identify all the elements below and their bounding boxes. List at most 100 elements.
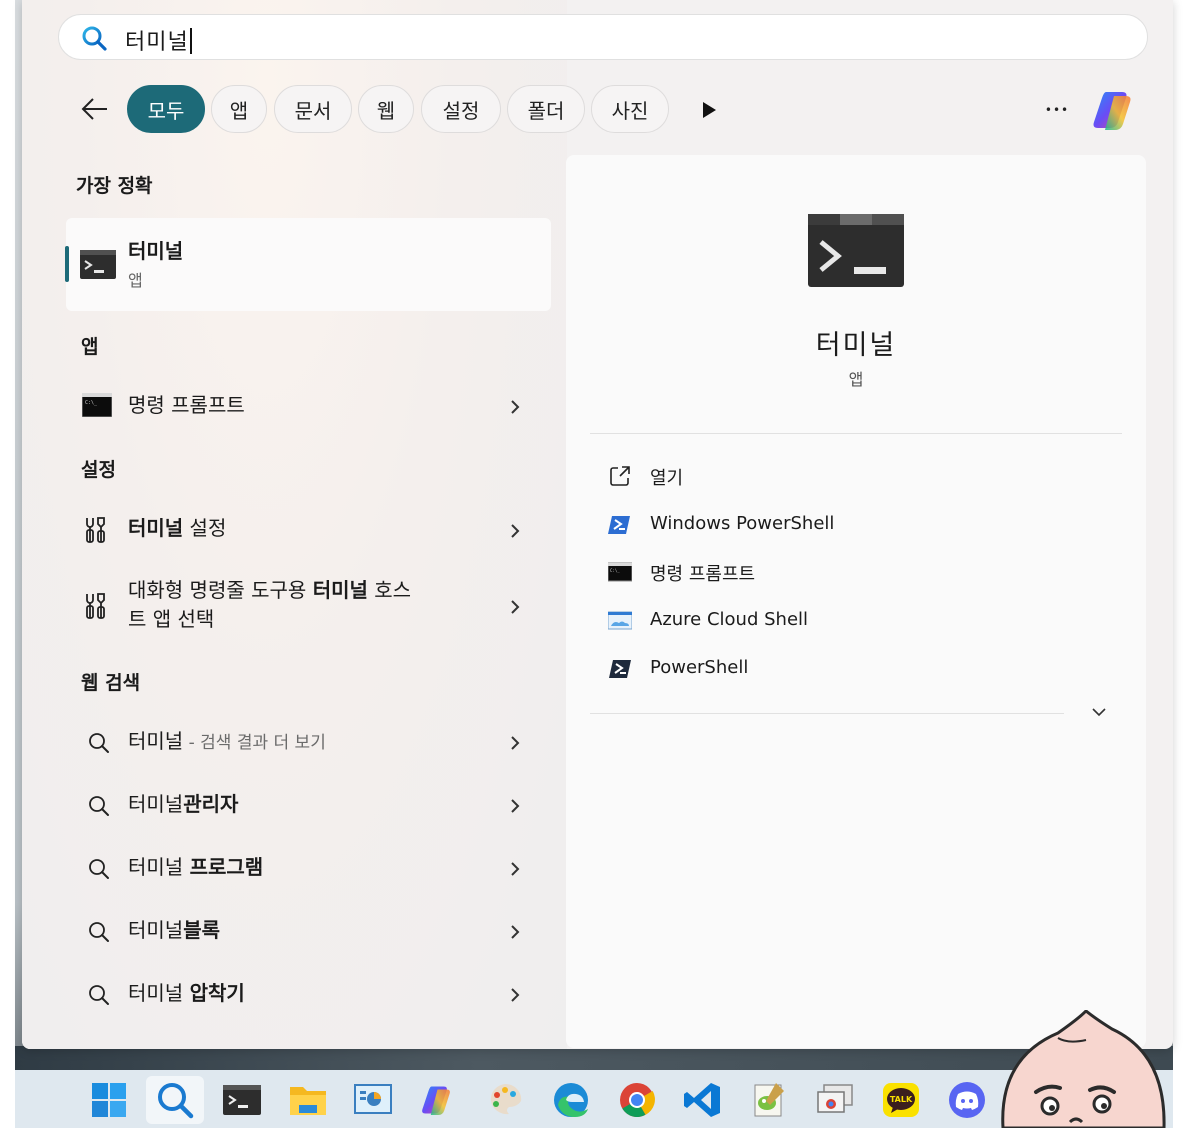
filter-chip-web[interactable]: 웹: [358, 85, 414, 133]
web-result-label: 터미널블록: [128, 918, 221, 942]
search-icon: [89, 985, 109, 1005]
chevron-right-icon: [511, 600, 520, 614]
action-windows-powershell[interactable]: Windows PowerShell: [606, 510, 1106, 540]
settings-tools-icon: [86, 593, 105, 619]
chevron-down-icon[interactable]: [1090, 705, 1108, 719]
web-result-label: 터미널 - 검색 결과 더 보기: [128, 729, 326, 753]
divider: [590, 713, 1064, 714]
powershell-core-icon: [609, 660, 631, 678]
web-search-heading: 웹 검색: [81, 672, 141, 694]
svg-text:C:\_: C:\_: [610, 568, 620, 573]
divider: [590, 433, 1122, 434]
chevron-right-icon: [511, 400, 520, 414]
action-label: 열기: [650, 468, 684, 489]
best-match-type: 앱: [128, 271, 143, 290]
web-result-item[interactable]: 터미널블록: [66, 916, 551, 946]
notepad-plus-icon: [754, 1083, 784, 1117]
best-match-heading: 가장 정확: [76, 175, 153, 197]
taskbar-file-explorer[interactable]: [287, 1079, 329, 1121]
taskbar-kakaotalk[interactable]: TALK: [880, 1079, 922, 1121]
chevron-right-icon: [511, 988, 520, 1002]
filter-chip-folders[interactable]: 폴더: [507, 85, 585, 133]
detail-type: 앱: [848, 370, 864, 389]
paint-icon: [490, 1083, 522, 1115]
action-command-prompt[interactable]: C:\_ 명령 프롬프트: [606, 557, 1106, 587]
file-explorer-icon: [290, 1087, 326, 1115]
web-result-label: 터미널 프로그램: [128, 855, 264, 879]
taskbar-control-panel[interactable]: [352, 1079, 394, 1121]
apps-heading: 앱: [81, 336, 99, 358]
remote-desktop-icon: [817, 1084, 853, 1113]
filter-chip-all[interactable]: 모두: [127, 85, 205, 133]
search-icon: [89, 796, 109, 816]
more-filters-arrow-icon[interactable]: [700, 100, 718, 120]
taskbar-chrome[interactable]: [616, 1079, 658, 1121]
cmd-icon: C:\_: [82, 393, 112, 417]
settings-item-terminal-host[interactable]: 대화형 명령줄 도구용 터미널 호스 트 앱 선택: [66, 576, 551, 636]
chrome-icon: [620, 1083, 655, 1117]
taskbar-remote-desktop[interactable]: [814, 1079, 856, 1121]
powershell-icon: [608, 516, 630, 534]
text-caret: [189, 28, 192, 54]
web-result-label: 터미널 압착기: [128, 981, 245, 1005]
chevron-right-icon: [511, 925, 520, 939]
best-match-item[interactable]: 터미널 앱: [65, 218, 551, 311]
terminal-icon: [808, 214, 904, 287]
vscode-icon: [684, 1083, 720, 1117]
taskbar-vscode[interactable]: [682, 1079, 724, 1121]
action-open[interactable]: 열기: [606, 461, 1106, 491]
detail-title: 터미널: [815, 330, 897, 361]
azure-cloud-shell-icon: [608, 611, 632, 630]
settings-item-label: 터미널 설정: [128, 516, 227, 540]
taskbar-start[interactable]: [88, 1079, 130, 1121]
selection-indicator: [65, 246, 69, 282]
more-options-button[interactable]: •••: [1040, 96, 1074, 124]
web-result-item[interactable]: 터미널 압착기: [66, 979, 551, 1009]
copilot-icon: [422, 1086, 450, 1115]
web-result-item[interactable]: 터미널 - 검색 결과 더 보기: [66, 727, 551, 757]
svg-text:C:\_: C:\_: [85, 400, 98, 406]
action-label: PowerShell: [650, 657, 749, 678]
open-external-icon: [610, 466, 630, 486]
search-input[interactable]: 터미널: [125, 24, 192, 56]
action-label: Azure Cloud Shell: [650, 609, 809, 630]
search-box[interactable]: 터미널: [58, 14, 1148, 60]
web-result-item[interactable]: 터미널 프로그램: [66, 853, 551, 883]
settings-item-label: 대화형 명령줄 도구용 터미널 호스 트 앱 선택: [128, 578, 412, 631]
filter-chip-documents[interactable]: 문서: [274, 85, 352, 133]
back-arrow-icon[interactable]: [78, 92, 112, 126]
search-icon: [82, 26, 107, 51]
search-icon: [89, 922, 109, 942]
svg-text:TALK: TALK: [890, 1095, 913, 1104]
taskbar-discord[interactable]: [946, 1079, 988, 1121]
search-icon: [158, 1083, 194, 1119]
kakaotalk-icon: TALK: [883, 1083, 919, 1117]
filter-chip-photos[interactable]: 사진: [591, 85, 669, 133]
taskbar-terminal[interactable]: [221, 1079, 263, 1121]
app-item-label: 명령 프롬프트: [128, 393, 245, 417]
chevron-right-icon: [511, 862, 520, 876]
start-icon: [92, 1083, 126, 1117]
filter-chip-settings[interactable]: 설정: [421, 85, 501, 133]
taskbar-copilot[interactable]: [418, 1079, 460, 1121]
taskbar-paint[interactable]: [484, 1079, 526, 1121]
app-item-cmd[interactable]: C:\_ 명령 프롬프트: [66, 391, 551, 421]
copilot-icon[interactable]: [1092, 86, 1140, 134]
edge-icon: [554, 1083, 588, 1117]
taskbar-edge[interactable]: [550, 1079, 592, 1121]
chevron-right-icon: [511, 524, 520, 538]
peach-character-sticker: [1001, 1010, 1166, 1128]
web-result-item[interactable]: 터미널관리자: [66, 790, 551, 820]
taskbar-notepad-plus[interactable]: [748, 1079, 790, 1121]
chevron-right-icon: [511, 799, 520, 813]
search-icon: [89, 859, 109, 879]
action-azure-cloud-shell[interactable]: Azure Cloud Shell: [606, 606, 1106, 636]
control-panel-icon: [354, 1084, 392, 1114]
settings-heading: 설정: [81, 459, 116, 481]
settings-item-terminal-settings[interactable]: 터미널 설정: [66, 513, 551, 545]
filter-chip-apps[interactable]: 앱: [211, 85, 267, 133]
taskbar-search[interactable]: [146, 1076, 204, 1124]
action-powershell[interactable]: PowerShell: [606, 654, 1106, 684]
web-result-label: 터미널관리자: [128, 792, 239, 816]
discord-icon: [949, 1082, 985, 1118]
